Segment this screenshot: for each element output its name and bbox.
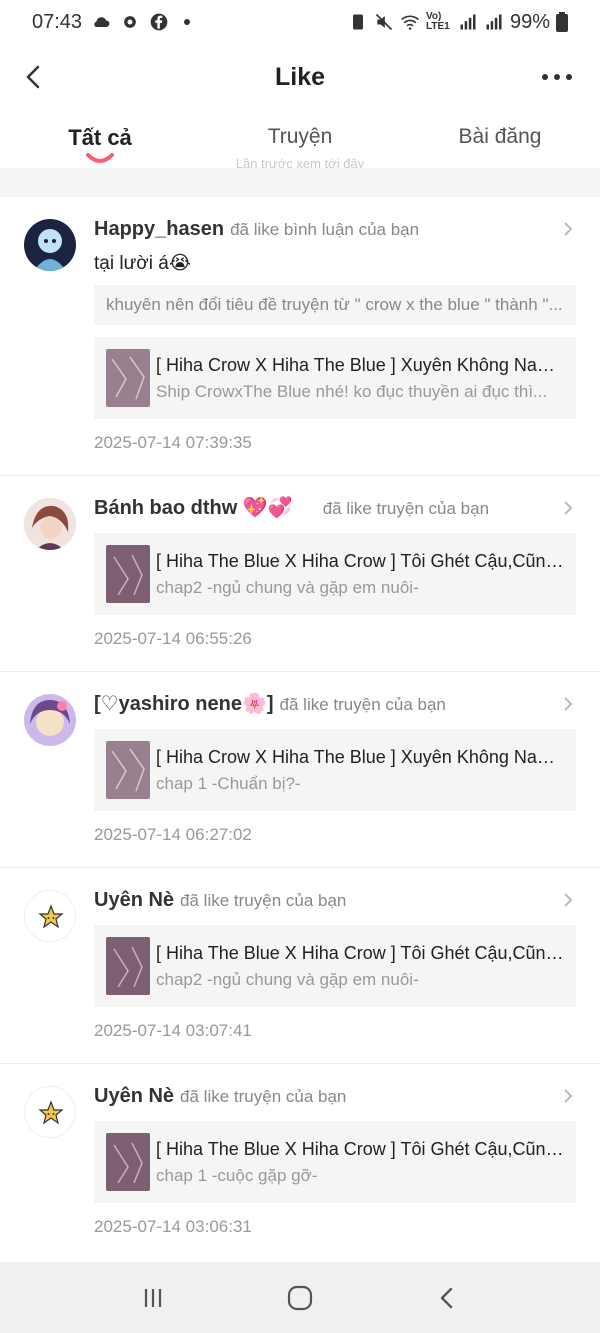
timestamp: 2025-07-14 07:39:35 xyxy=(94,433,252,452)
list-item[interactable]: Happy_hasen đã like bình luận của bạn tại… xyxy=(0,197,600,476)
tab-posts-label: Bài đăng xyxy=(458,125,542,148)
story-card[interactable]: [ Hiha The Blue X Hiha Crow ] Tôi Ghét C… xyxy=(94,1121,576,1203)
user-name[interactable]: Bánh bao dthw 💖💞 xyxy=(94,497,293,519)
timestamp: 2025-07-14 03:06:31 xyxy=(94,1217,252,1236)
list-item[interactable]: Uyên Nè đã like truyện của bạn [ Hiha The… xyxy=(0,868,600,1064)
last-viewed-hint: Lần trước xem tới đây xyxy=(235,156,365,168)
timestamp: 2025-07-14 06:27:02 xyxy=(94,825,252,844)
story-card[interactable]: [ Hiha The Blue X Hiha Crow ] Tôi Ghét C… xyxy=(94,533,576,615)
story-subtitle: chap 1 -Chuẩn bị?- xyxy=(156,773,301,793)
user-name[interactable]: Happy_hasen xyxy=(94,218,224,240)
story-card[interactable]: [ Hiha Crow X Hiha The Blue ] Xuyên Khôn… xyxy=(94,729,576,811)
home-icon[interactable] xyxy=(280,1278,320,1318)
user-name[interactable]: [♡yashiro nene🌸] xyxy=(94,693,274,715)
story-subtitle: chap2 -ngủ chung và gặp em nuôi- xyxy=(156,577,419,597)
action-text: đã like truyện của bạn xyxy=(279,695,446,714)
avatar[interactable] xyxy=(24,694,76,746)
story-title: [ Hiha Crow X Hiha The Blue ] Xuyên Khôn… xyxy=(156,354,564,375)
more-options-icon[interactable] xyxy=(542,74,572,80)
avatar[interactable] xyxy=(24,219,76,271)
story-thumbnail xyxy=(106,1133,150,1191)
story-subtitle: chap2 -ngủ chung và gặp em nuôi- xyxy=(156,969,419,989)
notification-dot-icon xyxy=(184,19,191,25)
story-title: [ Hiha The Blue X Hiha Crow ] Tôi Ghét C… xyxy=(156,1138,564,1159)
story-title: [ Hiha Crow X Hiha The Blue ] Xuyên Khôn… xyxy=(156,746,564,767)
list-item[interactable]: [♡yashiro nene🌸] đã like truyện của bạn [… xyxy=(0,672,600,868)
timestamp: 2025-07-14 03:07:41 xyxy=(94,1021,252,1040)
settings-badge-icon xyxy=(124,16,136,28)
story-thumbnail xyxy=(106,937,150,995)
avatar[interactable] xyxy=(24,890,76,942)
avatar[interactable] xyxy=(24,1086,76,1138)
battery-saver-icon xyxy=(352,14,363,30)
avatar[interactable] xyxy=(24,498,76,550)
list-item[interactable]: Uyên Nè đã like truyện của bạn [ Hiha The… xyxy=(0,1064,600,1259)
like-notification-list: Happy_hasen đã like bình luận của bạn tại… xyxy=(0,197,600,1262)
story-title: [ Hiha The Blue X Hiha Crow ] Tôi Ghét C… xyxy=(156,550,564,571)
system-navigation-bar xyxy=(0,1262,600,1333)
tab-stories-label: Truyện xyxy=(267,125,333,148)
user-name[interactable]: Uyên Nè xyxy=(94,1085,174,1107)
quoted-comment[interactable]: khuyên nên đổi tiêu đề truyện từ " crow … xyxy=(94,285,576,325)
chevron-right-icon xyxy=(564,222,573,236)
user-name[interactable]: Uyên Nè xyxy=(94,889,174,911)
story-thumbnail xyxy=(106,545,150,603)
facebook-icon xyxy=(150,13,168,31)
system-back-icon[interactable] xyxy=(427,1278,467,1318)
status-time: 07:43 xyxy=(32,10,83,33)
action-text: đã like truyện của bạn xyxy=(322,499,490,518)
chevron-right-icon xyxy=(564,893,573,907)
comment-text: tại lười á😭 xyxy=(94,253,192,274)
network-label: Vo) LTE1 xyxy=(425,11,450,32)
action-text: đã like truyện của bạn xyxy=(180,891,347,910)
action-text: đã like bình luận của bạn xyxy=(230,220,420,239)
recent-apps-icon[interactable] xyxy=(133,1278,173,1318)
wifi-icon xyxy=(401,15,419,30)
list-item[interactable]: Bánh bao dthw 💖💞 đã like truyện của bạn [… xyxy=(0,476,600,672)
battery-icon xyxy=(556,12,568,32)
mute-icon xyxy=(375,13,393,31)
back-arrow-icon[interactable] xyxy=(20,62,48,92)
signal-icon-2 xyxy=(486,14,502,30)
story-card[interactable]: [ Hiha Crow X Hiha The Blue ] Xuyên Khôn… xyxy=(94,337,576,419)
status-bar: 07:43 Vo) LTE1 99% xyxy=(0,0,600,44)
story-subtitle: Ship CrowxThe Blue nhé! ko đục thuyền ai… xyxy=(156,381,548,401)
timestamp: 2025-07-14 06:55:26 xyxy=(94,629,252,648)
signal-icon xyxy=(460,14,476,30)
battery-percent: 99% xyxy=(509,10,550,33)
story-card[interactable]: [ Hiha The Blue X Hiha Crow ] Tôi Ghét C… xyxy=(94,925,576,1007)
cloud-icon xyxy=(94,17,110,27)
tab-all-label: Tất cả xyxy=(68,125,132,150)
page-title: Like xyxy=(274,62,326,91)
chevron-right-icon xyxy=(564,501,573,515)
story-title: [ Hiha The Blue X Hiha Crow ] Tôi Ghét C… xyxy=(156,942,564,963)
story-subtitle: chap 1 -cuộc gặp gỡ- xyxy=(156,1165,318,1185)
action-text: đã like truyện của bạn xyxy=(180,1087,347,1106)
story-thumbnail xyxy=(106,741,150,799)
top-app-bar: Like xyxy=(0,44,600,110)
chevron-right-icon xyxy=(564,1089,573,1103)
story-thumbnail xyxy=(106,349,150,407)
chevron-right-icon xyxy=(564,697,573,711)
